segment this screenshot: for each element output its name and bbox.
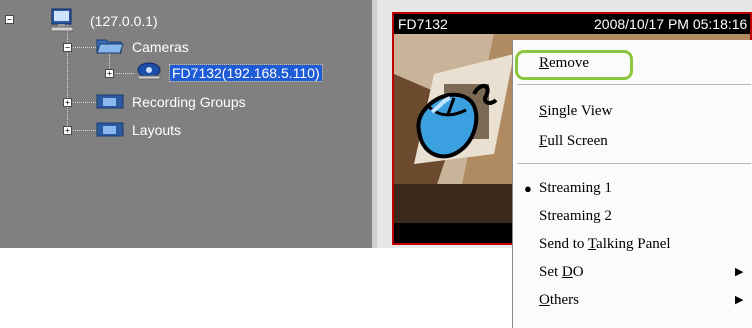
menu-item-others[interactable]: Others ▶ [513,289,751,314]
menu-item-set-do[interactable]: Set DO ▶ [513,261,751,286]
tree-layouts-label[interactable]: Layouts [132,122,181,138]
submenu-arrow-icon: ▶ [735,294,744,306]
camera-icon [137,62,161,80]
tree-connector [68,47,96,48]
menu-item-streaming-1[interactable]: ● Streaming 1 [513,177,751,202]
menu-item-label: Streaming 1 [539,180,612,196]
menu-item-label: Streaming 2 [539,208,612,224]
tree-root-label[interactable]: (127.0.0.1) [90,13,158,29]
collapse-root-toggle[interactable]: − [5,15,14,24]
menu-item-single-view[interactable]: Single View [513,100,751,125]
submenu-arrow-icon: ▶ [735,266,744,278]
layouts-folder-icon [96,122,124,137]
checked-bullet-icon: ● [524,181,532,196]
tree-recording-groups-label[interactable]: Recording Groups [132,94,246,110]
context-menu: Remove Single View Full Screen ● Streami… [512,40,752,328]
expand-recording-groups-toggle[interactable]: + [63,98,72,107]
expand-camera-toggle[interactable]: + [105,69,114,78]
menu-item-streaming-2[interactable]: Streaming 2 [513,205,751,230]
remove-highlight-outline [515,50,633,80]
expand-layouts-toggle[interactable]: + [63,126,72,135]
menu-separator [517,163,751,164]
tree-connector [68,102,96,103]
collapse-cameras-toggle[interactable]: − [63,43,72,52]
computer-icon [50,8,74,32]
tree-cameras-label[interactable]: Cameras [132,39,189,55]
video-camera-name: FD7132 [398,16,448,32]
tree-camera-item[interactable]: FD7132(192.168.5.110) [169,64,323,82]
folder-open-icon [96,39,124,54]
menu-item-full-screen[interactable]: Full Screen [513,130,751,155]
tree-connector [67,24,68,132]
video-timestamp: 2008/10/17 PM 05:18:16 [594,16,748,32]
recording-groups-folder-icon [96,94,124,109]
menu-item-send-to-talking-panel[interactable]: Send to Talking Panel [513,233,751,258]
device-tree-panel[interactable]: − (127.0.0.1) − Cameras + FD7132(192.168… [0,0,372,248]
menu-separator [517,84,751,85]
mouse-right-click-icon [416,84,498,159]
tree-connector [68,130,96,131]
